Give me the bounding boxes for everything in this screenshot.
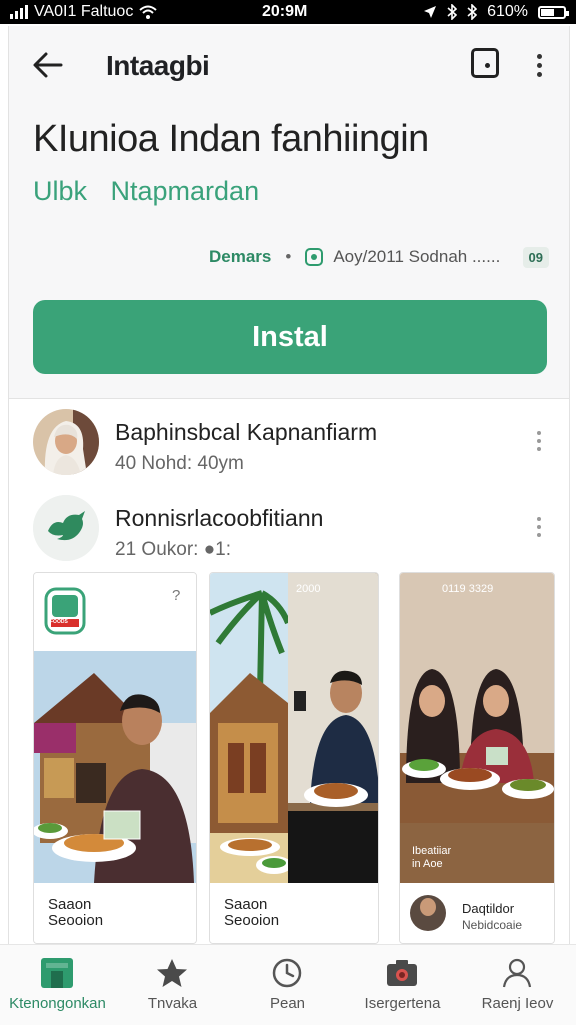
app-title: KIunioa Indan fanhiingin bbox=[33, 118, 429, 161]
camera-icon bbox=[387, 960, 417, 986]
nav-label: Isergertena bbox=[364, 995, 441, 1012]
item-more-icon[interactable] bbox=[537, 517, 543, 541]
nav-label: Raenj Ieov bbox=[481, 995, 554, 1012]
screenshot-logo-text: FOODS bbox=[50, 619, 68, 625]
meta-separator: • bbox=[285, 247, 292, 266]
screenshot-top-text: 0119 3329 bbox=[442, 583, 494, 595]
app-subtitle[interactable]: Ulbk Ntapmardan bbox=[33, 176, 259, 207]
screenshot-caption-line2: Seooion bbox=[48, 912, 104, 929]
screenshot-top-text: 2000 bbox=[296, 583, 321, 595]
screenshot-image bbox=[400, 573, 554, 943]
home-icon bbox=[41, 958, 73, 988]
screenshot-image bbox=[34, 573, 196, 943]
bluetooth-icon bbox=[467, 4, 478, 20]
bird-icon bbox=[33, 495, 99, 561]
item-more-icon[interactable] bbox=[537, 431, 543, 455]
meta-tag-badge: 09 bbox=[522, 246, 549, 268]
back-arrow-icon[interactable] bbox=[31, 48, 65, 82]
screenshot-caption-line1: Saaon bbox=[224, 896, 268, 913]
screenshot-card[interactable]: 0119 3329 Ibeatiiar in Aoe Daqtildor Neb… bbox=[399, 572, 555, 944]
person-icon bbox=[502, 958, 532, 988]
item-title: Ronnisrlacoobfitiann bbox=[115, 505, 324, 531]
signal-icon bbox=[10, 5, 28, 19]
app-bar: Intaagbi bbox=[9, 26, 569, 104]
square-dot-icon[interactable] bbox=[471, 48, 499, 78]
item-subtitle: 21 Oukor: ●1: bbox=[115, 539, 232, 560]
screenshot-bottom-text: Ibeatiiar in Aoe bbox=[412, 845, 452, 870]
clock-icon bbox=[272, 958, 302, 988]
content-list: Baphinsbcal Kapnanfiarm 40 Nohd: 40ym Ro… bbox=[9, 399, 569, 944]
bluetooth-icon bbox=[447, 4, 458, 20]
nav-label: Ktenongonkan bbox=[9, 995, 106, 1012]
nav-label: Tnvaka bbox=[147, 995, 198, 1012]
screenshot-caption-line1: Daqtildor bbox=[462, 901, 515, 916]
nav-tab-profile[interactable]: Raenj Ieov bbox=[460, 945, 575, 1025]
screenshot-image bbox=[210, 573, 378, 943]
list-item[interactable]: Baphinsbcal Kapnanfiarm 40 Nohd: 40ym bbox=[33, 409, 553, 485]
carrier-label: VA0I1 Faltuoc bbox=[34, 3, 134, 20]
app-title-prefix: K bbox=[33, 118, 58, 160]
nav-tab-media[interactable]: Isergertena bbox=[345, 945, 460, 1025]
status-bar: VA0I1 Faltuoc 20:9M 610% bbox=[0, 0, 576, 24]
screenshot-caption-line2: Nebidcoaie bbox=[462, 918, 523, 932]
app-bar-title: Intaagbi bbox=[106, 50, 210, 81]
screenshot-caption-line2: Seooion bbox=[224, 912, 280, 929]
nav-tab-top[interactable]: Tnvaka bbox=[115, 945, 230, 1025]
status-left: VA0I1 Faltuoc bbox=[10, 3, 157, 21]
location-arrow-icon bbox=[424, 6, 437, 18]
nav-tab-home[interactable]: Ktenongonkan bbox=[0, 945, 115, 1025]
content-rating-icon bbox=[305, 248, 324, 266]
more-options-icon[interactable] bbox=[537, 54, 543, 77]
wifi-icon bbox=[139, 5, 157, 19]
screenshot-card[interactable]: ? FOODS Saaon Seooion bbox=[33, 572, 197, 944]
app-meta-row: Demars • Aoy/2011 Sodnah ...... 09 bbox=[209, 244, 549, 270]
nav-label: Pean bbox=[269, 995, 306, 1012]
meta-rating-text: Aoy/2011 Sodnah ...... bbox=[333, 247, 501, 266]
star-icon bbox=[157, 959, 187, 987]
avatar bbox=[33, 409, 99, 475]
app-details-page: Intaagbi KIunioa Indan fanhiingin Ulbk N… bbox=[8, 26, 570, 944]
item-title: Baphinsbcal Kapnanfiarm bbox=[115, 419, 378, 445]
bottom-navigation: Ktenongonkan Tnvaka Pean Isergertena Rae… bbox=[0, 944, 576, 1025]
app-title-text: Iunioa Indan fanhiingin bbox=[57, 118, 429, 160]
item-subtitle: 40 Nohd: 40ym bbox=[115, 453, 244, 474]
screenshot-card[interactable]: 2000 Saaon Seooion bbox=[209, 572, 379, 944]
screenshot-badge: ? bbox=[172, 587, 181, 604]
screenshot-carousel[interactable]: ? FOODS Saaon Seooion 2000 Saaon Seooion… bbox=[33, 572, 555, 944]
list-item[interactable]: Ronnisrlacoobfitiann 21 Oukor: ●1: bbox=[33, 495, 553, 571]
status-right: 610% bbox=[423, 3, 569, 21]
battery-icon bbox=[538, 5, 569, 19]
screenshot-caption-line1: Saaon bbox=[48, 896, 92, 913]
battery-percent: 610% bbox=[487, 3, 528, 20]
nav-tab-recent[interactable]: Pean bbox=[230, 945, 345, 1025]
developer-link[interactable]: Demars bbox=[209, 247, 271, 267]
install-button[interactable]: Instal bbox=[33, 300, 547, 374]
status-time: 20:9M bbox=[262, 3, 308, 20]
